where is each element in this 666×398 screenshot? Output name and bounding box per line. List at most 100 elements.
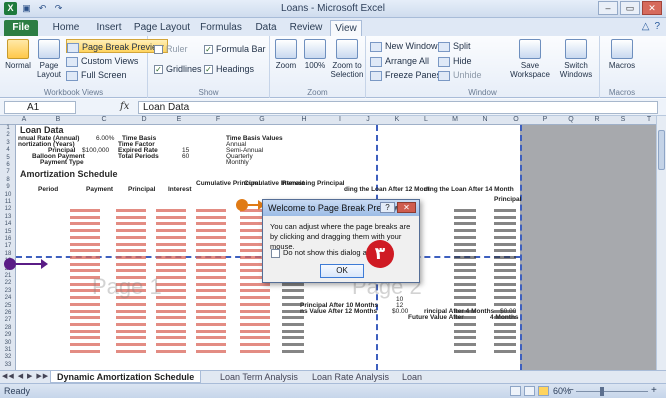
- row-header-14[interactable]: 14: [0, 221, 16, 227]
- tab-page-layout[interactable]: Page Layout: [132, 20, 192, 36]
- row-header-10[interactable]: 10: [0, 192, 16, 198]
- minimize-button[interactable]: –: [598, 1, 618, 15]
- row-header-33[interactable]: 33: [0, 362, 16, 368]
- row-header-17[interactable]: 17: [0, 243, 16, 249]
- unhide-button[interactable]: Unhide: [438, 68, 482, 82]
- headings-checkbox[interactable]: ✓ Headings: [204, 62, 254, 76]
- row-header-12[interactable]: 12: [0, 206, 16, 212]
- macros-button[interactable]: Macros: [606, 39, 638, 70]
- column-header-e[interactable]: E: [164, 116, 194, 123]
- page-layout-view-button[interactable]: [524, 386, 535, 396]
- dialog-help-button[interactable]: ?: [380, 202, 395, 213]
- new-window-button[interactable]: New Window: [370, 39, 438, 53]
- switch-windows-button[interactable]: Switch Windows: [554, 39, 598, 79]
- row-header-6[interactable]: 6: [0, 162, 16, 168]
- sheet-tab-loan-term-analysis[interactable]: Loan Term Analysis: [214, 371, 304, 383]
- column-header-c[interactable]: C: [84, 116, 124, 123]
- row-header-30[interactable]: 30: [0, 340, 16, 346]
- row-header-4[interactable]: 4: [0, 147, 16, 153]
- tab-insert[interactable]: Insert: [90, 20, 128, 36]
- sheet-tab-dynamic-amortization[interactable]: Dynamic Amortization Schedule: [50, 371, 202, 383]
- zoom-slider[interactable]: [576, 391, 648, 392]
- normal-view-button[interactable]: [510, 386, 521, 396]
- save-workspace-button[interactable]: Save Workspace: [508, 39, 552, 79]
- sheet-tab-loan[interactable]: Loan: [396, 371, 428, 383]
- row-header-21[interactable]: 21: [0, 273, 16, 279]
- restore-button[interactable]: ▭: [620, 1, 640, 15]
- column-header-s[interactable]: S: [610, 116, 636, 123]
- column-header-m[interactable]: M: [440, 116, 470, 123]
- row-header-32[interactable]: 32: [0, 354, 16, 360]
- column-header-t[interactable]: T: [636, 116, 656, 123]
- scrollbar-thumb[interactable]: [658, 130, 665, 170]
- row-header-1[interactable]: 1: [0, 125, 16, 131]
- normal-button[interactable]: Normal: [3, 39, 33, 70]
- zoom-selection-button[interactable]: Zoom to Selection: [330, 39, 364, 79]
- row-header-11[interactable]: 11: [0, 199, 16, 205]
- column-header-b[interactable]: B: [32, 116, 84, 123]
- tab-formulas[interactable]: Formulas: [196, 20, 246, 36]
- row-header-24[interactable]: 24: [0, 295, 16, 301]
- column-header-d[interactable]: D: [124, 116, 164, 123]
- sheet-nav-buttons[interactable]: ◀◀ ◀ ▶ ▶▶: [2, 372, 49, 380]
- row-header-7[interactable]: 7: [0, 169, 16, 175]
- function-icon[interactable]: fx: [120, 101, 129, 112]
- zoom-button[interactable]: Zoom: [272, 39, 300, 70]
- row-header-15[interactable]: 15: [0, 229, 16, 235]
- row-header-9[interactable]: 9: [0, 184, 16, 190]
- name-box[interactable]: A1: [4, 101, 76, 114]
- column-header-j[interactable]: J: [354, 116, 382, 123]
- row-header-16[interactable]: 16: [0, 236, 16, 242]
- column-header-i[interactable]: I: [326, 116, 354, 123]
- page-layout-button[interactable]: Page Layout: [34, 39, 64, 79]
- page-break-line-vertical[interactable]: [520, 125, 522, 370]
- column-header-q[interactable]: Q: [558, 116, 584, 123]
- ok-button[interactable]: OK: [320, 264, 364, 278]
- full-screen-button[interactable]: Full Screen: [66, 68, 127, 82]
- column-header-k[interactable]: K: [382, 116, 412, 123]
- column-header-p[interactable]: P: [532, 116, 558, 123]
- tab-data[interactable]: Data: [250, 20, 282, 36]
- dialog-close-button[interactable]: ✕: [397, 202, 416, 213]
- row-header-26[interactable]: 26: [0, 310, 16, 316]
- column-header-n[interactable]: N: [470, 116, 500, 123]
- row-header-22[interactable]: 22: [0, 280, 16, 286]
- row-header-31[interactable]: 31: [0, 347, 16, 353]
- hide-button[interactable]: Hide: [438, 54, 472, 68]
- tab-home[interactable]: Home: [48, 20, 84, 36]
- tab-review[interactable]: Review: [286, 20, 326, 36]
- row-header-3[interactable]: 3: [0, 140, 16, 146]
- sheet-tab-loan-rate-analysis[interactable]: Loan Rate Analysis: [306, 371, 395, 383]
- row-header-27[interactable]: 27: [0, 317, 16, 323]
- formula-input[interactable]: Loan Data: [138, 101, 658, 114]
- zoom-100-button[interactable]: 100%: [302, 39, 328, 70]
- column-header-o[interactable]: O: [500, 116, 532, 123]
- row-header-18[interactable]: 18: [0, 251, 16, 257]
- freeze-panes-button[interactable]: Freeze Panes: [370, 68, 441, 82]
- page-break-view-button[interactable]: [538, 386, 549, 396]
- close-button[interactable]: ✕: [642, 1, 662, 15]
- column-header-g[interactable]: G: [242, 116, 282, 123]
- column-header-a[interactable]: A: [16, 116, 32, 123]
- vertical-scrollbar[interactable]: [656, 116, 666, 370]
- column-header-l[interactable]: L: [412, 116, 440, 123]
- row-header-29[interactable]: 29: [0, 332, 16, 338]
- row-header-8[interactable]: 8: [0, 177, 16, 183]
- minimize-ribbon-icon[interactable]: △: [642, 21, 650, 32]
- formula-bar-checkbox[interactable]: ✓ Formula Bar: [204, 42, 266, 56]
- zoom-in-button[interactable]: +: [651, 385, 657, 396]
- tab-view[interactable]: View: [330, 20, 362, 36]
- tab-file[interactable]: File: [4, 20, 38, 36]
- gridlines-checkbox[interactable]: ✓ Gridlines: [154, 62, 202, 76]
- column-header-h[interactable]: H: [282, 116, 326, 123]
- row-header-23[interactable]: 23: [0, 288, 16, 294]
- arrange-all-button[interactable]: Arrange All: [370, 54, 429, 68]
- custom-views-button[interactable]: Custom Views: [66, 54, 138, 68]
- zoom-out-button[interactable]: −: [568, 385, 574, 396]
- ruler-checkbox[interactable]: Ruler: [154, 42, 188, 56]
- column-header-r[interactable]: R: [584, 116, 610, 123]
- zoom-slider-thumb[interactable]: [600, 387, 604, 396]
- split-button[interactable]: Split: [438, 39, 471, 53]
- row-header-25[interactable]: 25: [0, 303, 16, 309]
- help-icon[interactable]: ?: [654, 21, 660, 32]
